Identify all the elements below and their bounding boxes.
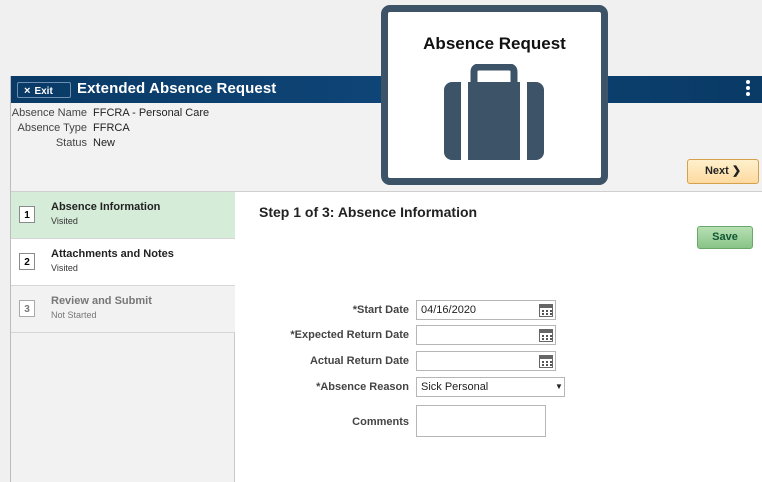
next-button[interactable]: Next ❯ <box>687 159 759 184</box>
comments-label: Comments <box>352 416 409 428</box>
suitcase-icon <box>444 64 544 160</box>
absence-reason-label: *Absence Reason <box>316 381 409 393</box>
status-row: Status New <box>0 137 115 149</box>
step-title: Attachments and Notes <box>51 248 174 260</box>
actual-return-date-label: Actual Return Date <box>309 355 409 367</box>
step-status: Visited <box>51 263 78 273</box>
more-options-icon[interactable] <box>745 80 751 98</box>
exit-label: Exit <box>34 86 53 97</box>
absence-request-tile: Absence Request <box>381 5 608 185</box>
step-number: 1 <box>19 206 35 223</box>
close-icon: × <box>24 85 31 97</box>
start-date-field[interactable]: 04/16/2020 <box>416 300 556 320</box>
step-number: 3 <box>19 300 35 317</box>
absence-name-row: Absence Name FFCRA - Personal Care <box>0 107 209 119</box>
step-item-attachments-notes[interactable]: 2 Attachments and Notes Visited <box>11 239 235 286</box>
step-heading: Step 1 of 3: Absence Information <box>259 204 478 220</box>
status-value: New <box>93 137 116 149</box>
calendar-icon[interactable] <box>539 355 553 368</box>
tile-title: Absence Request <box>423 34 566 53</box>
expected-return-date-label: *Expected Return Date <box>290 329 409 341</box>
save-button[interactable]: Save <box>697 226 753 249</box>
step-item-review-submit[interactable]: 3 Review and Submit Not Started <box>11 286 235 333</box>
absence-type-label: Absence Type <box>17 122 87 134</box>
next-label: Next <box>704 165 729 177</box>
expected-return-date-field[interactable] <box>416 325 556 345</box>
step-content: Step 1 of 3: Absence Information Save *S… <box>235 192 762 482</box>
absence-name-value: FFCRA - Personal Care <box>93 107 210 119</box>
step-number: 2 <box>19 253 35 270</box>
dropdown-arrow-icon: ▼ <box>555 382 563 391</box>
step-navigation: 1 Absence Information Visited 2 Attachme… <box>11 192 235 482</box>
calendar-icon[interactable] <box>539 329 553 342</box>
absence-type-value: FFRCA <box>93 122 130 134</box>
calendar-icon[interactable] <box>539 304 553 317</box>
step-status: Not Started <box>51 310 97 320</box>
exit-button[interactable]: × Exit <box>17 82 71 98</box>
absence-name-label: Absence Name <box>11 107 87 119</box>
status-label: Status <box>55 137 87 149</box>
absence-reason-select[interactable]: Sick Personal <box>416 377 565 397</box>
absence-type-row: Absence Type FFRCA <box>0 122 130 134</box>
absence-reason-value: Sick Personal <box>421 381 489 393</box>
step-title: Absence Information <box>51 201 161 213</box>
step-item-absence-information[interactable]: 1 Absence Information Visited <box>11 192 235 239</box>
chevron-right-icon: ❯ <box>731 165 742 177</box>
comments-textarea[interactable] <box>416 405 546 437</box>
page-title: Extended Absence Request <box>77 80 277 97</box>
step-status: Visited <box>51 216 78 226</box>
actual-return-date-field[interactable] <box>416 351 556 371</box>
start-date-label: *Start Date <box>352 304 409 316</box>
step-title: Review and Submit <box>51 295 152 307</box>
